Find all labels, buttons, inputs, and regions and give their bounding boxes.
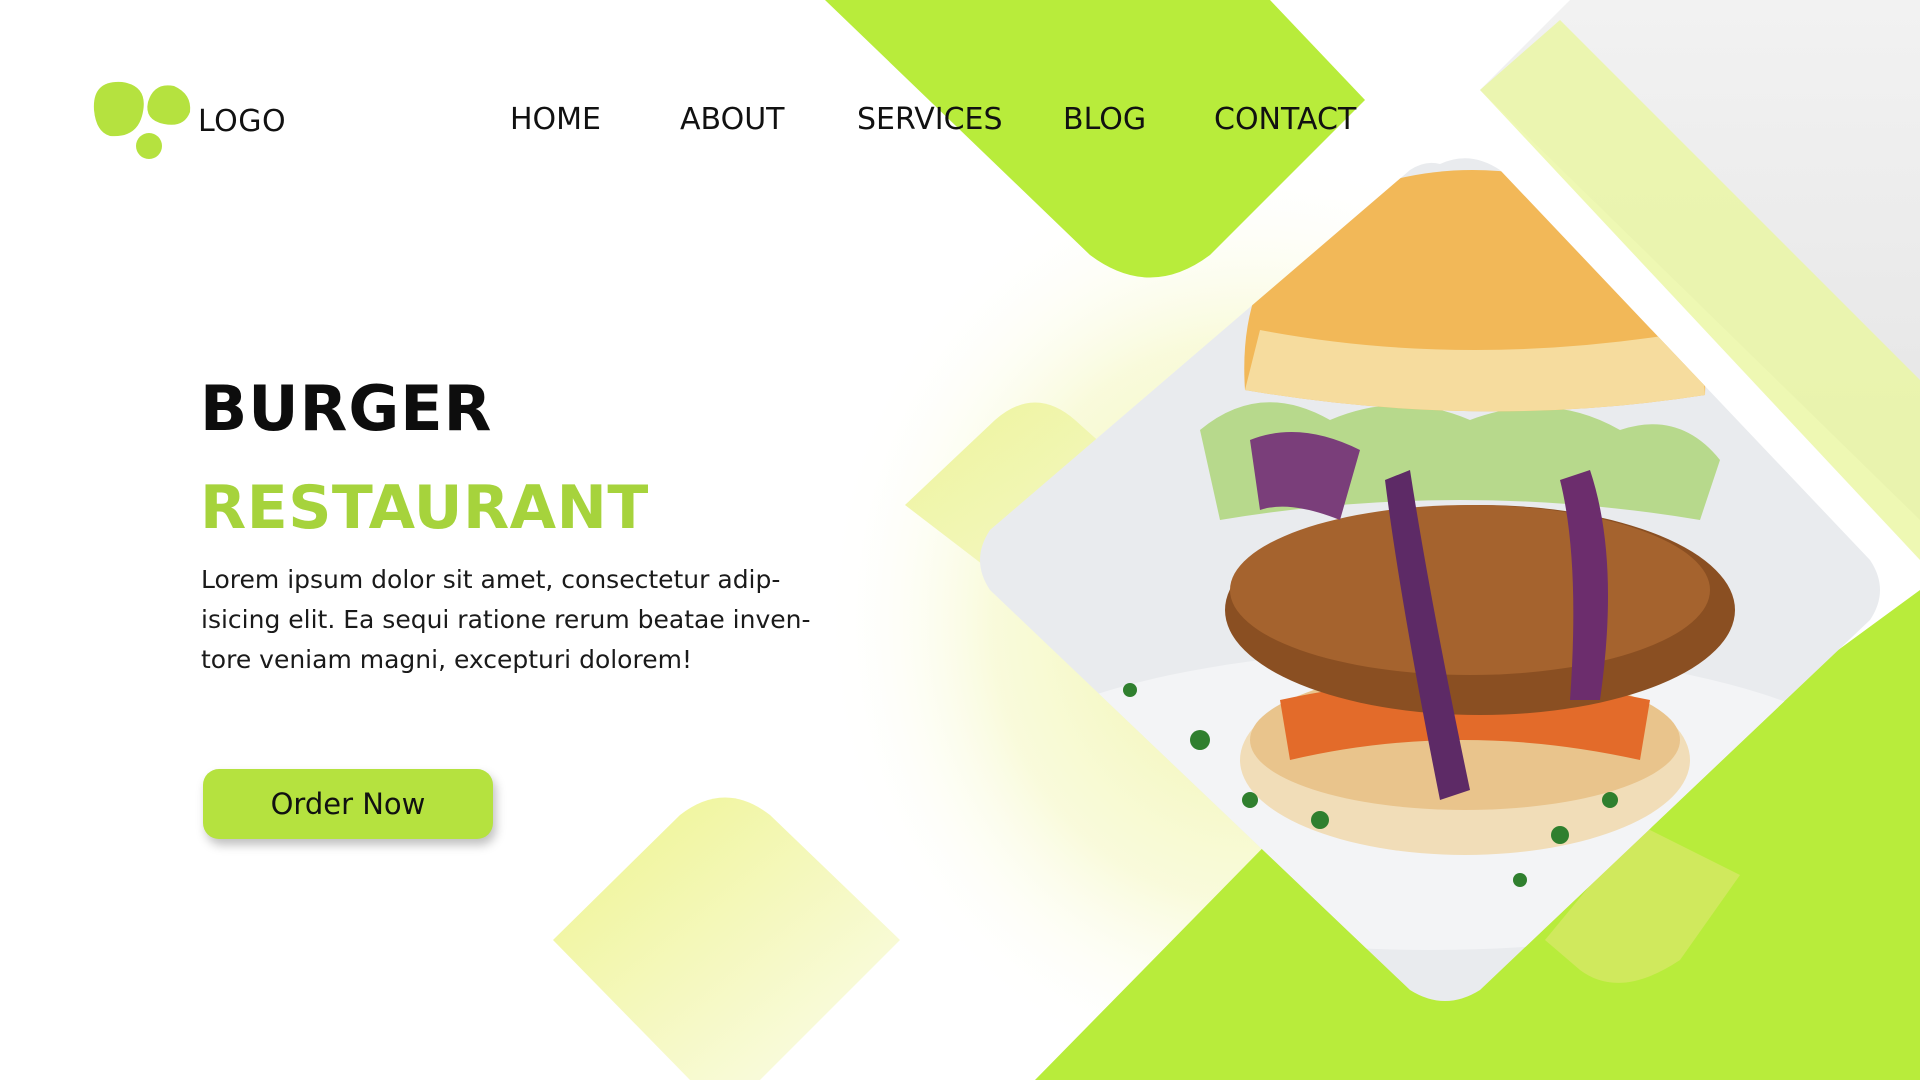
hero-description-line: tore veniam magni, excepturi dolorem! — [201, 645, 692, 674]
hero-title: BURGER — [200, 372, 493, 445]
nav-contact[interactable]: CONTACT — [1214, 102, 1356, 137]
hero-description-line: Lorem ipsum dolor sit amet, consectetur … — [201, 565, 781, 594]
hero-subtitle: RESTAURANT — [200, 473, 649, 543]
hero-description-line: isicing elit. Ea sequi ratione rerum bea… — [201, 605, 811, 634]
nav-services[interactable]: SERVICES — [857, 102, 1003, 137]
landing-page: LOGO HOME ABOUT SERVICES BLOG CONTACT BU… — [0, 0, 1920, 1080]
hero-description: Lorem ipsum dolor sit amet, consectetur … — [201, 560, 811, 680]
nav-about[interactable]: ABOUT — [680, 102, 784, 137]
logo-mark-icon — [93, 81, 191, 159]
nav-home[interactable]: HOME — [510, 102, 601, 137]
logo-label: LOGO — [198, 104, 287, 139]
logo[interactable]: LOGO — [92, 80, 302, 162]
order-now-button[interactable]: Order Now — [203, 769, 493, 839]
nav-blog[interactable]: BLOG — [1063, 102, 1146, 137]
